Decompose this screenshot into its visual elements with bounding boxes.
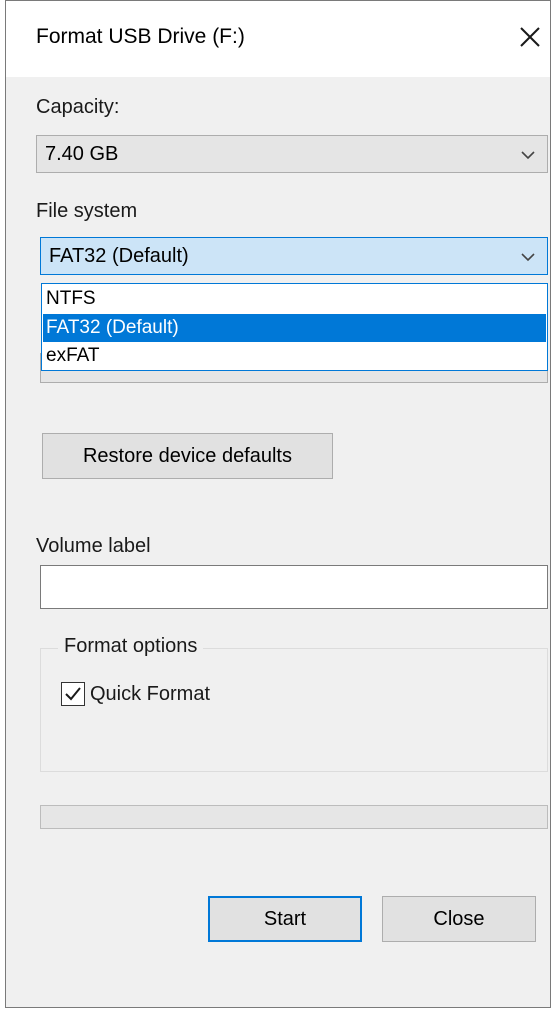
window-title: Format USB Drive (F:): [36, 25, 245, 48]
format-options-group: [40, 648, 548, 772]
format-progress-bar: [40, 805, 548, 829]
file-system-label: File system: [36, 200, 138, 222]
file-system-dropdown-list: NTFS FAT32 (Default) exFAT: [41, 283, 548, 371]
quick-format-label: Quick Format: [90, 683, 211, 705]
format-dialog: Format USB Drive (F:) Capacity: 7.40 GB …: [5, 0, 551, 1008]
capacity-select[interactable]: 7.40 GB: [36, 135, 548, 173]
close-window-button[interactable]: [512, 19, 548, 55]
file-system-select[interactable]: FAT32 (Default): [40, 237, 548, 275]
dropdown-option-fat32[interactable]: FAT32 (Default): [43, 314, 546, 342]
close-button[interactable]: Close: [382, 896, 536, 942]
start-button[interactable]: Start: [208, 896, 362, 942]
close-icon: [520, 27, 540, 47]
chevron-down-icon: [521, 151, 535, 160]
dropdown-option-ntfs[interactable]: NTFS: [43, 285, 546, 313]
volume-label-input[interactable]: [40, 565, 548, 609]
dropdown-option-exfat[interactable]: exFAT: [43, 342, 546, 370]
chevron-down-icon: [521, 253, 535, 262]
restore-defaults-button[interactable]: Restore device defaults: [42, 433, 333, 479]
volume-label-label: Volume label: [36, 535, 151, 557]
quick-format-checkbox[interactable]: [61, 682, 85, 706]
title-bar: Format USB Drive (F:): [6, 1, 550, 77]
format-options-legend: Format options: [58, 635, 204, 658]
checkmark-icon: [65, 687, 81, 701]
file-system-selected: FAT32 (Default): [49, 244, 189, 267]
capacity-value: 7.40 GB: [45, 142, 119, 165]
capacity-label: Capacity:: [36, 96, 120, 118]
